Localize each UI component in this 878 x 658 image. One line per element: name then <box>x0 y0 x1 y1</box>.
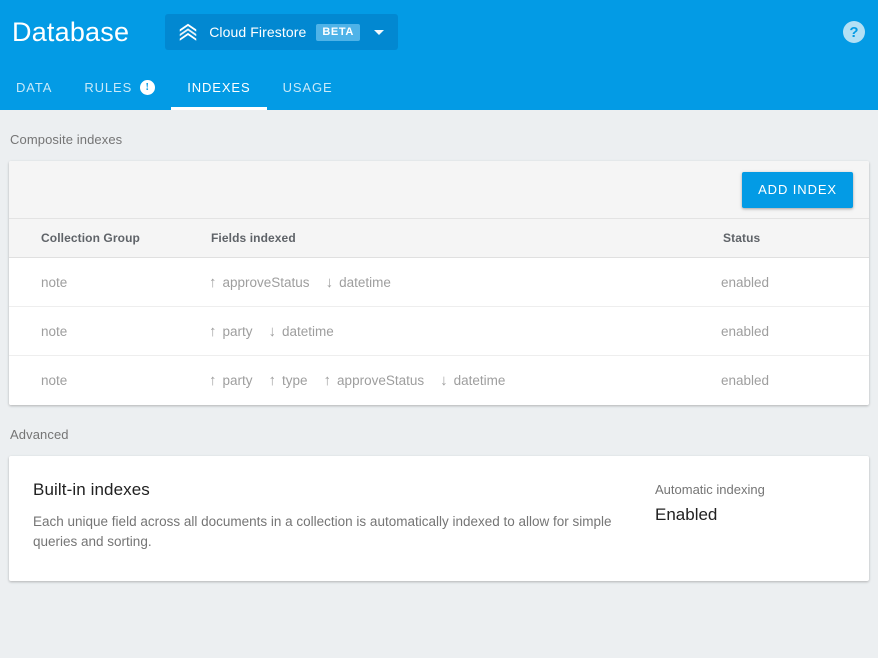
tab-data[interactable]: DATA <box>0 64 68 110</box>
arrow-up-icon: ↑ <box>209 322 217 340</box>
table-toolbar: ADD INDEX <box>9 161 869 219</box>
tab-rules[interactable]: RULES ! <box>68 64 171 110</box>
table-header-row: Collection Group Fields indexed Status <box>9 219 869 258</box>
cell-status: enabled <box>721 306 869 356</box>
page-title: Database <box>12 16 130 47</box>
column-header-status: Status <box>721 219 869 258</box>
arrow-up-icon: ↑ <box>209 371 217 389</box>
arrow-down-icon: ↓ <box>325 273 334 291</box>
field-name: datetime <box>282 323 334 339</box>
help-circle-icon[interactable]: ? <box>842 20 866 44</box>
app-header: Database Cloud Firestore BETA ? DATA RUL… <box>0 0 878 110</box>
advanced-section-label: Advanced <box>10 426 69 442</box>
field-name: type <box>282 372 308 388</box>
tab-rules-label: RULES <box>84 79 133 95</box>
field-item: ↑ approveStatus <box>209 275 310 290</box>
arrow-down-icon: ↓ <box>440 371 448 389</box>
field-name: datetime <box>453 372 506 388</box>
arrow-down-icon: ↓ <box>268 322 277 340</box>
header-top-bar: Database Cloud Firestore BETA ? <box>0 0 878 64</box>
field-list: ↑ approveStatus ↓ datetime <box>209 275 721 290</box>
automatic-indexing-status: Automatic indexing Enabled <box>655 480 845 554</box>
cell-collection-group: note <box>9 257 209 307</box>
builtin-indexes-card: Built-in indexes Each unique field acros… <box>9 455 869 582</box>
field-name: datetime <box>339 274 391 290</box>
page-body: Composite indexes ADD INDEX Collection G… <box>0 110 878 582</box>
cell-fields-indexed: ↑ party ↓ datetime <box>209 306 721 356</box>
field-name: approveStatus <box>337 372 425 388</box>
field-item: ↓ datetime <box>326 275 391 290</box>
arrow-up-icon: ↑ <box>323 371 332 389</box>
table-row[interactable]: note ↑ party ↑ type ↑ approveStatus ↓ da… <box>9 355 869 405</box>
tab-indexes-label: INDEXES <box>187 79 251 95</box>
cell-fields-indexed: ↑ approveStatus ↓ datetime <box>209 257 721 307</box>
rules-alert-badge-icon: ! <box>140 79 156 95</box>
field-item: ↑ type <box>269 373 308 388</box>
column-header-fields-indexed: Fields indexed <box>209 219 721 258</box>
field-item: ↑ approveStatus <box>324 373 425 388</box>
arrow-up-icon: ↑ <box>268 371 277 389</box>
beta-badge: BETA <box>316 23 360 41</box>
cell-collection-group: note <box>9 306 209 356</box>
composite-indexes-card: ADD INDEX Collection Group Fields indexe… <box>9 161 869 405</box>
cell-collection-group: note <box>9 355 209 405</box>
field-item: ↑ party <box>209 324 253 339</box>
field-item: ↑ party <box>209 373 253 388</box>
firebase-database-indexes-page: Database Cloud Firestore BETA ? DATA RUL… <box>0 0 878 658</box>
composite-indexes-section-label: Composite indexes <box>10 132 123 147</box>
field-name: party <box>222 323 253 339</box>
cell-status: enabled <box>721 355 869 405</box>
tab-indexes[interactable]: INDEXES <box>171 64 267 110</box>
tab-usage-label: USAGE <box>282 79 333 95</box>
tab-usage[interactable]: USAGE <box>267 64 349 110</box>
table-row[interactable]: note ↑ party ↓ datetime enabled <box>9 306 869 356</box>
composite-indexes-table: Collection Group Fields indexed Status n… <box>9 219 869 405</box>
field-item: ↓ datetime <box>440 373 505 388</box>
table-row[interactable]: note ↑ approveStatus ↓ datetime enabled <box>9 257 869 307</box>
tab-bar: DATA RULES ! INDEXES USAGE <box>0 64 878 110</box>
tab-data-label: DATA <box>16 79 53 95</box>
builtin-indexes-info: Built-in indexes Each unique field acros… <box>33 480 655 554</box>
builtin-indexes-description: Each unique field across all documents i… <box>33 513 612 550</box>
automatic-indexing-label: Automatic indexing <box>655 481 765 497</box>
add-index-button[interactable]: ADD INDEX <box>742 171 853 208</box>
field-list: ↑ party ↓ datetime <box>209 324 721 339</box>
field-name: approveStatus <box>222 274 310 290</box>
database-selector[interactable]: Cloud Firestore BETA <box>165 14 398 50</box>
field-list: ↑ party ↑ type ↑ approveStatus ↓ datetim… <box>209 373 721 388</box>
table-body: note ↑ approveStatus ↓ datetime enabled … <box>9 257 869 405</box>
chevron-down-icon[interactable] <box>373 29 384 35</box>
field-name: party <box>222 372 253 388</box>
cell-fields-indexed: ↑ party ↑ type ↑ approveStatus ↓ datetim… <box>209 355 721 405</box>
arrow-up-icon: ↑ <box>209 273 217 291</box>
cell-status: enabled <box>721 257 869 307</box>
database-name-label: Cloud Firestore <box>209 24 307 40</box>
automatic-indexing-value: Enabled <box>655 504 718 524</box>
column-header-collection-group: Collection Group <box>9 219 209 258</box>
firestore-logo-icon <box>177 21 209 43</box>
field-item: ↓ datetime <box>269 324 334 339</box>
svg-text:?: ? <box>849 24 858 41</box>
builtin-indexes-title: Built-in indexes <box>33 479 150 499</box>
